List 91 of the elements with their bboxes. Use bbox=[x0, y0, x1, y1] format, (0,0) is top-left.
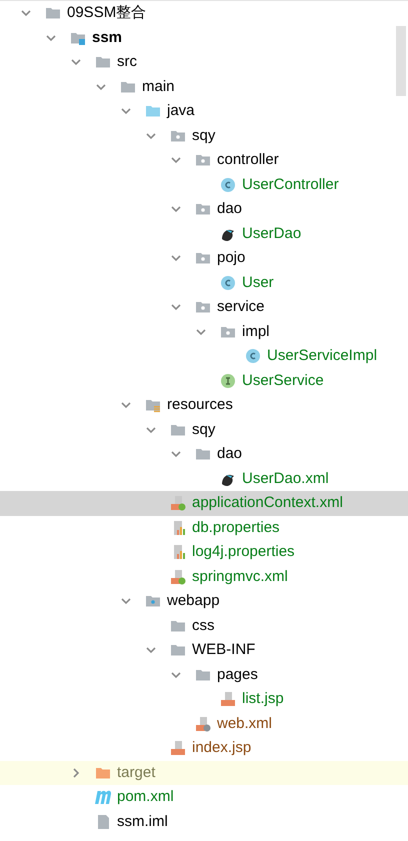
node-label: service bbox=[217, 297, 265, 317]
node-label: UserService bbox=[242, 370, 324, 390]
tree-row[interactable]: db.properties bbox=[0, 516, 408, 540]
package-icon bbox=[195, 250, 211, 266]
node-label: pojo bbox=[217, 248, 246, 268]
file-icon bbox=[95, 814, 111, 830]
tree-row[interactable]: index.jsp bbox=[0, 736, 408, 760]
interface-icon bbox=[220, 372, 236, 389]
tree-row[interactable]: sqy bbox=[0, 418, 408, 442]
node-label: User bbox=[242, 272, 274, 292]
tree-row[interactable]: css bbox=[0, 614, 408, 638]
tree-row[interactable]: log4j.properties bbox=[0, 540, 408, 564]
tree-row[interactable]: impl bbox=[0, 320, 408, 344]
tree-row[interactable]: WEB-INF bbox=[0, 638, 408, 662]
tree-row[interactable]: java bbox=[0, 99, 408, 124]
folder-icon bbox=[95, 54, 111, 70]
node-label: UserDao bbox=[242, 224, 302, 244]
tree-row[interactable]: target bbox=[0, 760, 408, 785]
spring-xml-icon bbox=[170, 568, 186, 585]
node-label: css bbox=[192, 616, 214, 636]
tree-row[interactable]: dao bbox=[0, 442, 408, 466]
node-label: ssm.iml bbox=[117, 812, 168, 832]
resources-folder-icon bbox=[145, 397, 161, 414]
node-label: dao bbox=[217, 444, 242, 464]
node-label: UserController bbox=[242, 174, 339, 194]
tree-row[interactable]: UserDao.xml bbox=[0, 466, 408, 491]
node-label: sqy bbox=[192, 420, 216, 440]
node-label: applicationContext.xml bbox=[192, 493, 343, 513]
node-label: UserServiceImpl bbox=[267, 346, 378, 366]
node-label: ssm bbox=[92, 28, 122, 48]
tree-row[interactable]: applicationContext.xml bbox=[0, 491, 408, 516]
node-label: controller bbox=[217, 150, 279, 170]
node-label: main bbox=[142, 76, 175, 96]
tree-row[interactable]: sqy bbox=[0, 124, 408, 148]
source-folder-icon bbox=[145, 103, 161, 120]
node-label: index.jsp bbox=[192, 738, 252, 758]
tree-row[interactable]: src bbox=[0, 50, 408, 74]
tree-row[interactable]: pom.xml bbox=[0, 785, 408, 810]
tree-row[interactable]: 09SSM整合 bbox=[0, 1, 408, 26]
tree-row[interactable]: UserServiceImpl bbox=[0, 344, 408, 368]
class-icon bbox=[245, 348, 261, 364]
tree-row[interactable]: ssm.iml bbox=[0, 810, 408, 834]
tree-row[interactable]: ssm bbox=[0, 26, 408, 50]
tree-row[interactable]: User bbox=[0, 270, 408, 295]
node-label: java bbox=[167, 101, 195, 121]
node-label: UserDao.xml bbox=[242, 468, 329, 488]
tree-row[interactable]: UserDao bbox=[0, 222, 408, 246]
maven-icon bbox=[95, 789, 111, 806]
scrollbar-thumb[interactable] bbox=[396, 26, 406, 96]
node-label: webapp bbox=[167, 591, 220, 611]
tree-row[interactable]: springmvc.xml bbox=[0, 564, 408, 589]
tree-row[interactable]: UserService bbox=[0, 368, 408, 393]
tree-row[interactable]: pojo bbox=[0, 246, 408, 270]
jsp-icon bbox=[220, 691, 236, 708]
node-label: impl bbox=[242, 322, 270, 342]
tree-row[interactable]: controller bbox=[0, 148, 408, 172]
tree-row[interactable]: dao bbox=[0, 197, 408, 222]
tree-row[interactable]: list.jsp bbox=[0, 687, 408, 712]
node-label: db.properties bbox=[192, 518, 280, 538]
node-label: pom.xml bbox=[117, 787, 174, 807]
node-label: src bbox=[117, 52, 137, 72]
tree-row[interactable]: resources bbox=[0, 393, 408, 418]
tree-row[interactable]: webapp bbox=[0, 589, 408, 614]
folder-icon bbox=[195, 446, 211, 462]
node-label: sqy bbox=[192, 126, 216, 146]
tree-row[interactable]: web.xml bbox=[0, 712, 408, 736]
package-icon bbox=[195, 299, 211, 316]
node-label: dao bbox=[217, 199, 242, 219]
web-xml-icon bbox=[195, 716, 211, 732]
tree-row[interactable]: UserController bbox=[0, 172, 408, 197]
tree-row[interactable]: service bbox=[0, 295, 408, 320]
folder-icon bbox=[170, 642, 186, 658]
spring-xml-icon bbox=[170, 495, 186, 512]
class-icon bbox=[220, 274, 236, 291]
jsp-icon bbox=[170, 740, 186, 756]
node-label: log4j.properties bbox=[192, 542, 295, 562]
package-icon bbox=[195, 152, 211, 168]
node-label: target bbox=[117, 762, 156, 782]
web-folder-icon bbox=[145, 593, 161, 610]
node-label: springmvc.xml bbox=[192, 566, 288, 586]
package-icon bbox=[195, 201, 211, 218]
node-label: WEB-INF bbox=[192, 640, 256, 660]
class-icon bbox=[220, 176, 236, 193]
folder-icon bbox=[45, 5, 61, 22]
node-label: 09SSM整合 bbox=[67, 3, 146, 23]
node-label: web.xml bbox=[217, 714, 272, 734]
tree-row[interactable]: pages bbox=[0, 662, 408, 687]
node-label: list.jsp bbox=[242, 689, 284, 709]
node-label: pages bbox=[217, 664, 258, 684]
tree-row[interactable]: main bbox=[0, 74, 408, 99]
node-label: resources bbox=[167, 395, 233, 415]
